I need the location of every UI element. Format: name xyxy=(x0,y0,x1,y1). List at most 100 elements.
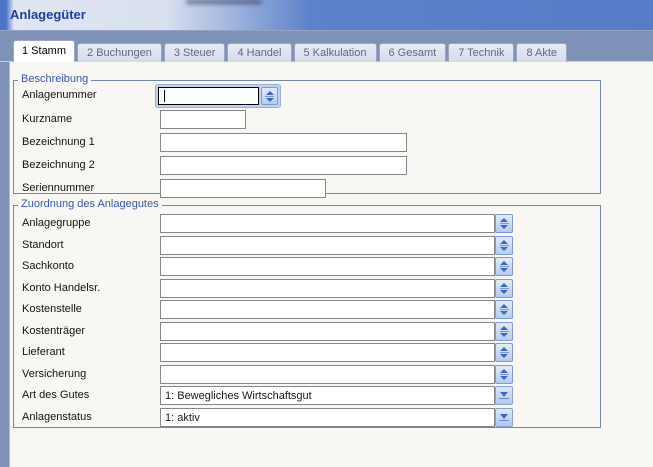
kostentraeger-spin-field xyxy=(160,322,513,341)
anlagenstatus-label: Anlagenstatus xyxy=(22,411,92,423)
field-row-kostenstelle: Kostenstelle xyxy=(10,300,653,322)
konto-handelsr-label: Konto Handelsr. xyxy=(22,282,100,294)
dropdown-underline xyxy=(499,420,509,421)
tab-buchungen[interactable]: 2 Buchungen xyxy=(77,43,162,62)
anlagegruppe-label: Anlagegruppe xyxy=(22,217,91,229)
field-row-anlagenstatus: Anlagenstatus 1: aktiv xyxy=(10,408,653,430)
spin-up-icon xyxy=(266,91,274,95)
spin-up-icon xyxy=(500,283,508,287)
tab-strip: 1 Stamm 2 Buchungen 3 Steuer 4 Handel 5 … xyxy=(13,40,569,62)
field-row-bezeichnung-2: Bezeichnung 2 xyxy=(10,156,653,178)
spin-button[interactable] xyxy=(495,365,513,384)
bezeichnung-2-label: Bezeichnung 2 xyxy=(22,159,95,171)
konto-handelsr-spin-field xyxy=(160,279,513,298)
spin-down-icon xyxy=(500,247,508,251)
dropdown-underline xyxy=(499,398,509,399)
anlagegruppe-spin-field xyxy=(160,214,513,233)
spin-down-icon xyxy=(500,311,508,315)
field-row-bezeichnung-1: Bezeichnung 1 xyxy=(10,133,653,155)
spin-button[interactable] xyxy=(495,214,513,233)
anlagenummer-input[interactable] xyxy=(158,87,259,105)
spin-divider xyxy=(500,374,509,375)
anlagegueter-window: Anlagegüter 1 Stamm 2 Buchungen 3 Steuer… xyxy=(0,0,653,467)
spin-up-icon xyxy=(500,326,508,330)
spin-up-icon xyxy=(500,240,508,244)
anlagenstatus-dropdown[interactable]: 1: aktiv xyxy=(160,408,513,427)
versicherung-spin-field xyxy=(160,365,513,384)
spin-button[interactable] xyxy=(495,257,513,276)
tab-kalkulation[interactable]: 5 Kalkulation xyxy=(294,43,377,62)
spin-down-icon xyxy=(500,333,508,337)
tab-stamm[interactable]: 1 Stamm xyxy=(13,40,75,62)
lieferant-input[interactable] xyxy=(160,343,495,362)
spin-button[interactable] xyxy=(495,343,513,362)
spin-down-icon xyxy=(500,225,508,229)
tab-handel[interactable]: 4 Handel xyxy=(227,43,291,62)
spin-divider xyxy=(500,245,509,246)
field-row-anlagenummer: Anlagenummer xyxy=(10,84,653,106)
chevron-down-icon xyxy=(500,392,508,397)
tab-akte[interactable]: 8 Akte xyxy=(516,43,567,62)
spin-divider xyxy=(265,96,274,97)
field-row-lieferant: Lieferant xyxy=(10,343,653,365)
spin-button[interactable] xyxy=(261,87,278,105)
sachkonto-label: Sachkonto xyxy=(22,260,74,272)
sachkonto-input[interactable] xyxy=(160,257,495,276)
left-frame-strip xyxy=(0,62,10,467)
spin-button[interactable] xyxy=(495,279,513,298)
field-row-versicherung: Versicherung xyxy=(10,365,653,387)
spin-down-icon xyxy=(500,376,508,380)
field-row-art-des-gutes: Art des Gutes 1: Bewegliches Wirtschafts… xyxy=(10,386,653,408)
field-row-anlagegruppe: Anlagegruppe xyxy=(10,214,653,236)
field-row-kurzname: Kurzname xyxy=(10,110,653,132)
field-row-kostentraeger: Kostenträger xyxy=(10,322,653,344)
versicherung-input[interactable] xyxy=(160,365,495,384)
standort-spin-field xyxy=(160,236,513,255)
standort-input[interactable] xyxy=(160,236,495,255)
tab-bar: 1 Stamm 2 Buchungen 3 Steuer 4 Handel 5 … xyxy=(0,30,653,62)
tab-steuer[interactable]: 3 Steuer xyxy=(164,43,226,62)
spin-divider xyxy=(500,223,509,224)
chevron-down-icon xyxy=(500,414,508,419)
window-titlebar: Anlagegüter xyxy=(0,0,653,30)
field-row-konto-handelsr: Konto Handelsr. xyxy=(10,279,653,301)
anlagenummer-spin-field xyxy=(155,84,281,108)
window-title: Anlagegüter xyxy=(10,7,86,22)
spin-button[interactable] xyxy=(495,300,513,319)
spin-down-icon xyxy=(266,98,274,102)
spin-up-icon xyxy=(500,218,508,222)
field-row-seriennummer: Seriennummer xyxy=(10,179,653,201)
dropdown-button[interactable] xyxy=(495,386,513,405)
seriennummer-input[interactable] xyxy=(160,179,326,198)
sachkonto-spin-field xyxy=(160,257,513,276)
art-des-gutes-value: 1: Bewegliches Wirtschaftsgut xyxy=(160,386,495,405)
spin-button[interactable] xyxy=(495,236,513,255)
kurzname-input[interactable] xyxy=(160,110,246,129)
tab-gesamt[interactable]: 6 Gesamt xyxy=(379,43,447,62)
bezeichnung-1-input[interactable] xyxy=(160,133,407,152)
spin-up-icon xyxy=(500,369,508,373)
kostentraeger-input[interactable] xyxy=(160,322,495,341)
konto-handelsr-input[interactable] xyxy=(160,279,495,298)
clipped-text-artifact xyxy=(186,0,262,4)
tab-technik[interactable]: 7 Technik xyxy=(448,43,514,62)
spin-down-icon xyxy=(500,354,508,358)
anlagegruppe-input[interactable] xyxy=(160,214,495,233)
anlagenstatus-value: 1: aktiv xyxy=(160,408,495,427)
tab-content-stamm: Beschreibung Anlagenummer Kurzname Bezei… xyxy=(10,62,653,467)
spin-divider xyxy=(500,309,509,310)
spin-up-icon xyxy=(500,261,508,265)
spin-down-icon xyxy=(500,290,508,294)
art-des-gutes-label: Art des Gutes xyxy=(22,389,89,401)
kostenstelle-input[interactable] xyxy=(160,300,495,319)
spin-divider xyxy=(500,352,509,353)
spin-button[interactable] xyxy=(495,322,513,341)
lieferant-spin-field xyxy=(160,343,513,362)
kostentraeger-label: Kostenträger xyxy=(22,325,85,337)
bezeichnung-2-input[interactable] xyxy=(160,156,407,175)
lieferant-label: Lieferant xyxy=(22,346,65,358)
art-des-gutes-dropdown[interactable]: 1: Bewegliches Wirtschaftsgut xyxy=(160,386,513,405)
dropdown-button[interactable] xyxy=(495,408,513,427)
text-caret xyxy=(164,90,165,102)
seriennummer-label: Seriennummer xyxy=(22,182,94,194)
